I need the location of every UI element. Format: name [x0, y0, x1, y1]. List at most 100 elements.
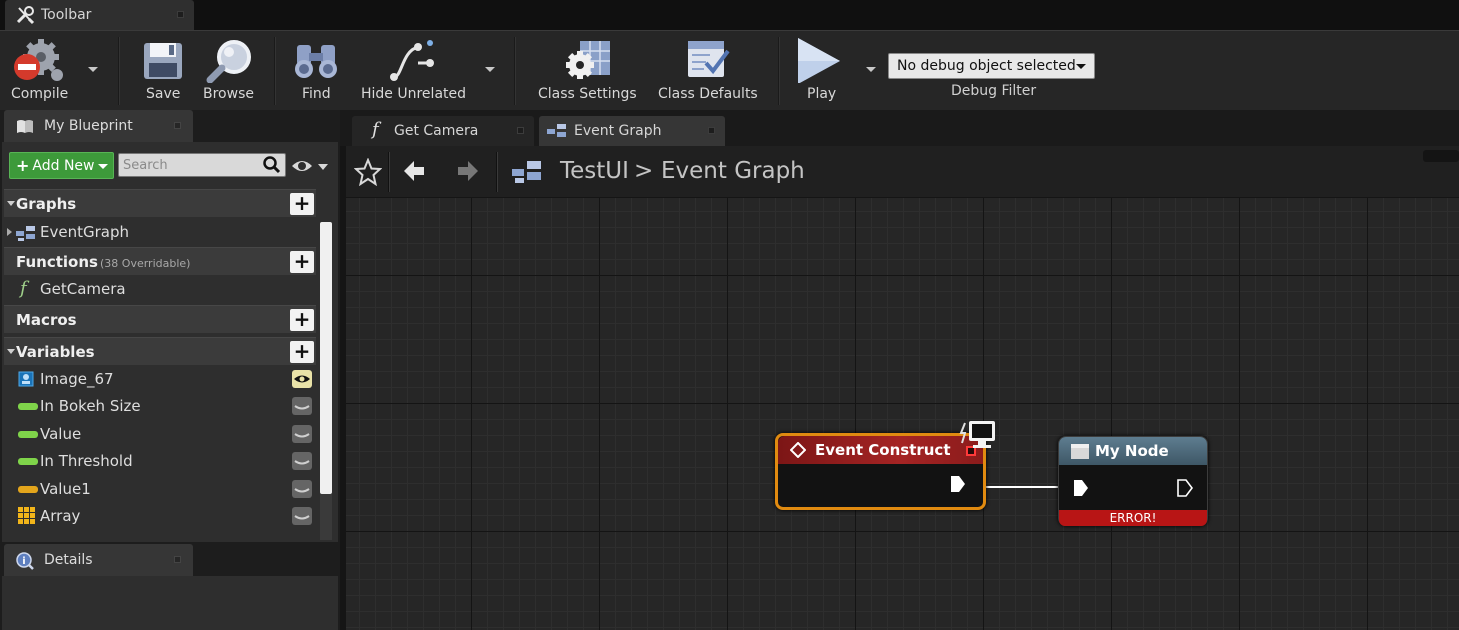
find-binoculars-icon	[295, 45, 337, 78]
toolbar-separator	[274, 37, 276, 105]
function-item-label: GetCamera	[40, 280, 126, 298]
header-separator	[388, 152, 390, 192]
search-input[interactable]	[123, 156, 263, 174]
forward-arrow-icon[interactable]	[454, 158, 480, 184]
plus-icon: +	[16, 156, 30, 175]
class-settings-icon	[566, 41, 610, 79]
visibility-eye-closed-icon[interactable]	[292, 507, 312, 525]
collapsed-triangle-icon[interactable]	[7, 228, 12, 236]
function-icon: f	[372, 119, 379, 140]
play-options-chevron-icon[interactable]	[866, 67, 876, 72]
hide-unrelated-button[interactable]: Hide Unrelated	[356, 31, 468, 111]
scrollbar-thumb[interactable]	[320, 222, 332, 494]
functions-category[interactable]: Functions (38 Overridable) +	[4, 247, 316, 275]
hide-unrelated-icon	[390, 40, 434, 81]
graphs-category[interactable]: Graphs +	[4, 189, 316, 217]
tab-close-icon[interactable]	[174, 556, 181, 563]
search-icon[interactable]	[263, 156, 281, 174]
breadcrumb-root[interactable]: TestUI	[560, 158, 629, 184]
variables-category[interactable]: Variables +	[4, 337, 316, 365]
scrollbar-track[interactable]	[320, 494, 332, 540]
play-button[interactable]: Play	[788, 31, 854, 111]
toolbar-tab-label: Toolbar	[41, 7, 92, 23]
browse-button[interactable]: Browse	[198, 31, 262, 111]
class-settings-label: Class Settings	[538, 86, 637, 102]
header-separator	[496, 152, 498, 192]
visibility-eye-closed-icon[interactable]	[292, 480, 312, 498]
graphs-title: Graphs	[16, 195, 77, 213]
float-variable-icon	[18, 458, 38, 465]
tab-event-graph[interactable]: Event Graph	[539, 116, 725, 146]
add-new-button[interactable]: + Add New	[9, 152, 114, 179]
variable-label: In Bokeh Size	[40, 397, 141, 415]
variable-item[interactable]: Value1	[4, 476, 316, 503]
add-macro-button[interactable]: +	[290, 309, 314, 331]
debug-filter-label: Debug Filter	[951, 83, 1037, 99]
graph-item-eventgraph[interactable]: EventGraph	[4, 219, 316, 246]
add-variable-button[interactable]: +	[290, 341, 314, 363]
back-arrow-icon[interactable]	[402, 158, 428, 184]
exec-wire	[970, 486, 1070, 488]
add-graph-button[interactable]: +	[290, 193, 314, 215]
add-function-button[interactable]: +	[290, 251, 314, 273]
view-options-eye-icon[interactable]	[290, 156, 330, 176]
variable-item[interactable]: Value	[4, 421, 316, 448]
event-construct-node[interactable]: Event Construct	[775, 433, 986, 510]
my-node[interactable]: My Node ERROR!	[1058, 436, 1208, 526]
exec-input-pin-icon[interactable]	[1073, 479, 1089, 497]
event-graph-canvas[interactable]: TestUI > Event Graph Event Construct My …	[346, 146, 1459, 630]
event-construct-header: Event Construct	[778, 436, 983, 464]
exec-output-pin-icon[interactable]	[1177, 479, 1193, 497]
tab-close-icon[interactable]	[517, 127, 524, 134]
class-defaults-button[interactable]: Class Defaults	[650, 31, 764, 111]
my-blueprint-tab[interactable]: My Blueprint	[4, 110, 193, 142]
graph-item-label: EventGraph	[40, 223, 129, 241]
class-defaults-checklist-icon	[688, 41, 730, 77]
variable-item[interactable]: Array	[4, 503, 316, 530]
variables-title: Variables	[16, 343, 95, 361]
tab-close-icon[interactable]	[174, 122, 181, 129]
function-item-getcamera[interactable]: f GetCamera	[4, 276, 316, 303]
object-variable-icon	[18, 371, 34, 387]
tab-close-icon[interactable]	[177, 11, 184, 18]
tab-event-graph-label: Event Graph	[574, 123, 662, 139]
tab-get-camera[interactable]: f Get Camera	[352, 116, 534, 146]
top-tab-strip: Toolbar	[0, 0, 1459, 30]
compile-gear-icon	[14, 39, 63, 81]
variable-item[interactable]: Image_67	[4, 366, 316, 393]
tab-close-icon[interactable]	[708, 127, 715, 134]
node-box-icon	[1071, 444, 1089, 459]
functions-title: Functions	[16, 253, 98, 271]
left-panel: My Blueprint + Add New Graphs +	[0, 110, 340, 630]
details-tab[interactable]: i Details	[4, 544, 193, 576]
find-label: Find	[302, 86, 331, 102]
variable-item[interactable]: In Bokeh Size	[4, 393, 316, 420]
compile-button[interactable]: Compile	[0, 31, 80, 111]
visibility-eye-closed-icon[interactable]	[292, 452, 312, 470]
save-button[interactable]: Save	[128, 31, 198, 111]
find-button[interactable]: Find	[284, 31, 348, 111]
class-settings-button[interactable]: Class Settings	[530, 31, 644, 111]
visibility-eye-open-icon[interactable]	[292, 370, 312, 388]
exec-output-pin-icon[interactable]	[950, 475, 966, 493]
class-defaults-label: Class Defaults	[658, 86, 758, 102]
expand-triangle-icon[interactable]	[7, 349, 15, 354]
array-variable-icon	[18, 507, 35, 524]
bookmark-star-icon[interactable]	[354, 158, 382, 186]
function-icon: f	[20, 278, 27, 299]
my-node-header: My Node	[1059, 437, 1207, 465]
functions-overridable-count: (38 Overridable)	[100, 257, 191, 270]
macros-category[interactable]: Macros +	[4, 305, 316, 333]
visibility-eye-closed-icon[interactable]	[292, 397, 312, 415]
hide-unrelated-chevron-icon[interactable]	[485, 67, 495, 72]
variable-label: In Threshold	[40, 452, 133, 470]
toolbar-tab[interactable]: Toolbar	[5, 0, 194, 30]
expand-triangle-icon[interactable]	[7, 201, 15, 206]
compile-options-chevron-icon[interactable]	[88, 67, 98, 72]
event-graph-icon	[547, 124, 566, 137]
visibility-eye-closed-icon[interactable]	[292, 425, 312, 443]
save-label: Save	[146, 86, 181, 102]
debug-object-select[interactable]: No debug object selected	[888, 53, 1095, 79]
graph-header-corner	[1423, 150, 1459, 162]
variable-item[interactable]: In Threshold	[4, 448, 316, 475]
